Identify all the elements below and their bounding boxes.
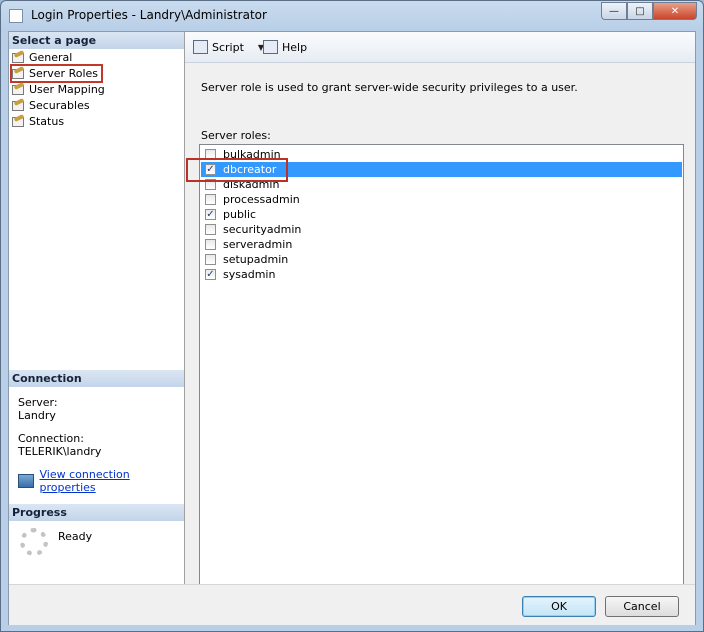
role-name: serveradmin [223,238,293,251]
view-connection-properties-link[interactable]: View connection properties [18,468,184,494]
server-roles-label: Server roles: [201,129,271,142]
role-name: securityadmin [223,223,302,236]
server-roles-page: Server role is used to grant server-wide… [185,63,695,585]
ok-button[interactable]: OK [522,596,596,617]
progress-status: Ready [58,530,93,543]
help-button[interactable]: Help [263,40,307,54]
progress-header: Progress [9,504,184,521]
server-roles-list[interactable]: bulkadmin ✓ dbcreator diskadmin processa… [199,144,684,585]
page-item-general[interactable]: General [12,49,73,65]
page-wrench-icon [12,81,26,96]
cancel-button[interactable]: Cancel [605,596,679,617]
role-row-serveradmin[interactable]: serveradmin [201,237,682,252]
right-pane: Script ▼ Help Server role is used to gra… [185,32,695,585]
close-button[interactable]: ✕ [653,2,697,20]
role-row-securityadmin[interactable]: securityadmin [201,222,682,237]
script-label: Script [212,40,244,54]
annotation-highlight-box [186,158,288,182]
role-checkbox[interactable]: ✓ [205,209,216,220]
role-row-setupadmin[interactable]: setupadmin [201,252,682,267]
connection-properties-icon [18,474,34,488]
role-name: processadmin [223,193,300,206]
toolbar: Script ▼ Help [185,32,695,63]
page-item-user-mapping[interactable]: User Mapping [12,81,105,97]
maximize-button[interactable]: □ [627,2,653,20]
server-value: Landry [18,409,56,422]
window-title: Login Properties - Landry\Administrator [31,8,267,22]
progress-spinner-icon [20,528,48,556]
connection-value: TELERIK\landry [18,445,102,458]
server-label: Server: [18,396,58,409]
role-row-public[interactable]: ✓ public [201,207,682,222]
page-item-label: User Mapping [29,83,105,96]
script-icon [193,40,208,54]
link-label: View connection properties [39,468,130,494]
connection-header: Connection [9,370,184,387]
page-item-label: Status [29,115,65,128]
role-checkbox[interactable] [205,194,216,205]
connection-label: Connection: [18,432,84,445]
help-icon [263,40,278,54]
page-item-label: Securables [29,99,90,112]
page-wrench-icon [12,113,26,128]
window-icon [9,9,23,23]
page-item-server-roles[interactable]: Server Roles [9,64,104,83]
help-label: Help [282,40,308,54]
role-row-processadmin[interactable]: processadmin [201,192,682,207]
role-name: sysadmin [223,268,276,281]
dialog-footer: OK Cancel [9,584,695,625]
page-wrench-icon [12,49,26,64]
role-name: public [223,208,257,221]
minimize-button[interactable]: — [601,2,627,20]
page-wrench-icon [12,65,26,80]
page-item-securables[interactable]: Securables [12,97,90,113]
page-description: Server role is used to grant server-wide… [201,81,578,94]
role-checkbox[interactable] [205,239,216,250]
page-item-status[interactable]: Status [12,113,65,129]
role-checkbox[interactable] [205,224,216,235]
login-properties-window: Login Properties - Landry\Administrator … [0,0,704,632]
page-item-label: General [29,51,73,64]
role-name: setupadmin [223,253,289,266]
role-checkbox[interactable] [205,254,216,265]
page-wrench-icon [12,97,26,112]
role-row-sysadmin[interactable]: ✓ sysadmin [201,267,682,282]
role-checkbox[interactable]: ✓ [205,269,216,280]
dialog-client: Select a page General Server Roles User … [8,31,696,625]
select-page-header: Select a page [9,32,184,49]
caption-buttons: — □ ✕ [601,2,697,20]
left-pane: Select a page General Server Roles User … [9,32,185,584]
script-button[interactable]: Script ▼ [193,40,264,54]
title-bar[interactable]: Login Properties - Landry\Administrator … [1,1,703,31]
page-item-label: Server Roles [29,67,99,80]
